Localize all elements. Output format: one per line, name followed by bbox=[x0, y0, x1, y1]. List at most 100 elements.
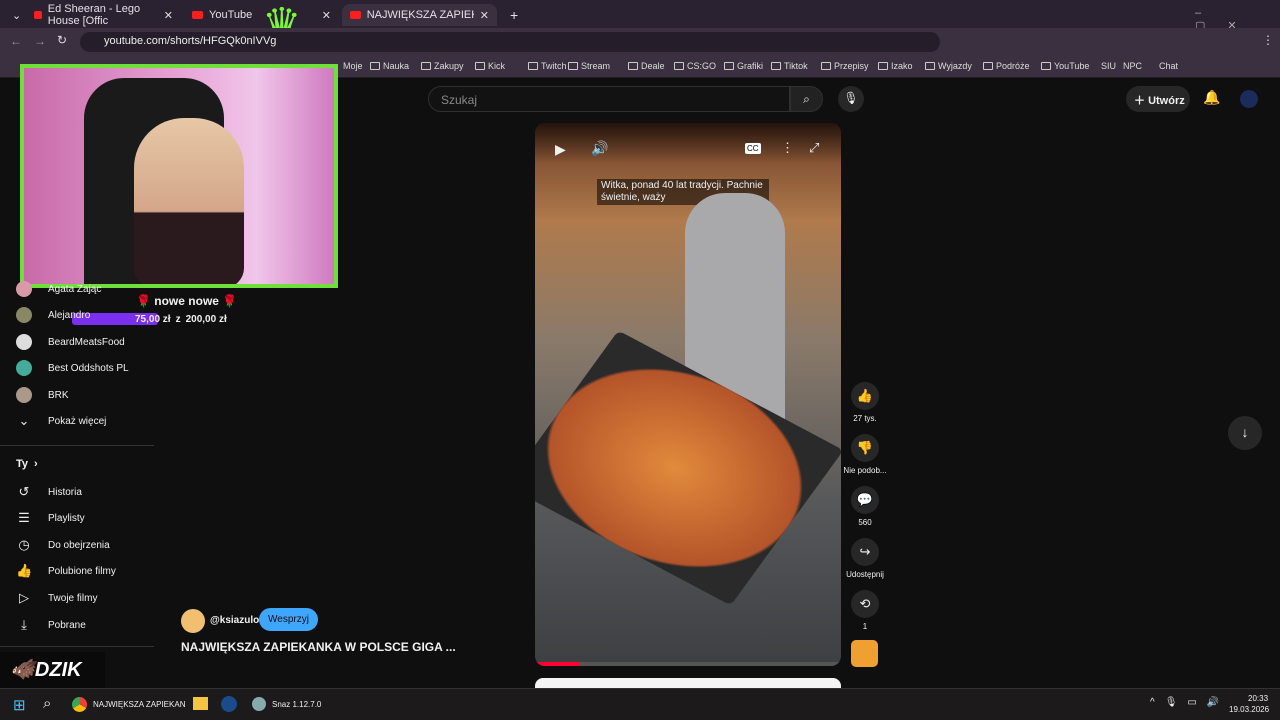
thumbs-up-icon: 👍 bbox=[851, 382, 879, 410]
volume-icon[interactable]: 🔊 bbox=[591, 140, 608, 157]
channel-avatar bbox=[16, 334, 32, 350]
captions-button[interactable]: CC bbox=[745, 143, 761, 154]
channel-avatar bbox=[16, 281, 32, 297]
bookmark-tiktok[interactable]: Tiktok bbox=[771, 61, 808, 71]
sidebar-item-twoje-filmy[interactable]: ▷ Twoje filmy bbox=[16, 590, 97, 606]
streamer bbox=[134, 118, 244, 284]
bookmark-zakupy[interactable]: Zakupy bbox=[421, 61, 464, 71]
create-button[interactable]: ＋ Utwórz bbox=[1126, 86, 1190, 112]
channel-avatar[interactable] bbox=[181, 609, 205, 633]
sidebar-item-historia[interactable]: ↺ Historia bbox=[16, 484, 82, 500]
folder-icon bbox=[475, 62, 485, 70]
bookmark-stream[interactable]: Stream bbox=[568, 61, 610, 71]
dislike-button[interactable]: 👎 Nie podob... bbox=[843, 434, 887, 475]
tab-active-short[interactable]: NAJWIĘKSZA ZAPIEKANKA W P✕ bbox=[342, 4, 497, 26]
progress-fill bbox=[535, 662, 580, 666]
folder-icon bbox=[983, 62, 993, 70]
tab-search-button[interactable]: ⌄ bbox=[4, 4, 24, 26]
search-input[interactable]: Szukaj bbox=[428, 86, 790, 112]
clock-time[interactable]: 20:33 bbox=[1248, 694, 1268, 703]
bookmark-chat[interactable]: Chat bbox=[1156, 61, 1178, 71]
bookmark-przepisy[interactable]: Przepisy bbox=[821, 61, 869, 71]
new-tab-button[interactable]: + bbox=[502, 4, 526, 26]
system-tray[interactable]: ^🎙▭🔊 bbox=[1150, 697, 1229, 708]
bookmark-grafiki[interactable]: Grafiki bbox=[724, 61, 763, 71]
progress-track[interactable] bbox=[535, 662, 841, 666]
close-icon[interactable]: ✕ bbox=[322, 9, 331, 22]
taskbar-snaz[interactable]: Snaz 1.12.7.0 bbox=[252, 697, 321, 711]
file-explorer-icon[interactable] bbox=[193, 697, 208, 710]
bookmark-csgo[interactable]: CS:GO bbox=[674, 61, 716, 71]
sidebar-you-header[interactable]: Ty › bbox=[16, 458, 38, 470]
folder-icon bbox=[1041, 62, 1051, 70]
sidebar-subscription[interactable]: BeardMeatsFood bbox=[16, 334, 125, 350]
sidebar-show-more[interactable]: ⌄ Pokaż więcej bbox=[16, 413, 107, 429]
chevron-right-icon: › bbox=[34, 458, 38, 470]
close-icon[interactable]: ✕ bbox=[480, 9, 489, 22]
close-icon[interactable]: ✕ bbox=[164, 9, 173, 22]
back-button[interactable]: ← bbox=[10, 34, 22, 48]
folder-icon bbox=[878, 62, 888, 70]
tab-ed-sheeran[interactable]: Ed Sheeran - Lego House [Offic ✕ bbox=[26, 3, 181, 27]
like-button[interactable]: 👍 27 tys. bbox=[849, 382, 881, 423]
share-button[interactable]: ↪ Udostępnij bbox=[843, 538, 887, 579]
bookmark-siu[interactable]: SIU bbox=[1098, 61, 1116, 71]
folder-icon bbox=[568, 62, 578, 70]
chrome-icon bbox=[72, 697, 87, 712]
bookmark-twitch[interactable]: Twitch bbox=[528, 61, 567, 71]
forward-button[interactable]: → bbox=[34, 34, 46, 48]
avatar[interactable] bbox=[1240, 90, 1258, 108]
download-icon: ⤓ bbox=[21, 617, 27, 632]
bookmark-izako[interactable]: Izako bbox=[878, 61, 913, 71]
support-button[interactable]: Wesprzyj bbox=[259, 608, 318, 631]
bookmark-moje[interactable]: Moje bbox=[340, 61, 363, 71]
sidebar-subscription[interactable]: Agata Zając bbox=[16, 281, 101, 297]
search-button[interactable]: ⌕ bbox=[790, 86, 823, 112]
search-icon[interactable]: ⌕ bbox=[43, 695, 51, 712]
webcam-overlay bbox=[20, 64, 338, 288]
channel-avatar bbox=[16, 387, 32, 403]
address-bar[interactable]: youtube.com/shorts/HFGQk0nIVVg bbox=[80, 32, 940, 52]
menu-icon[interactable]: ⋮ bbox=[1262, 33, 1274, 47]
tab-bar: ⌄ Ed Sheeran - Lego House [Offic ✕ YouTub… bbox=[0, 0, 1280, 32]
taskbar-chrome[interactable]: NAJWIĘKSZA ZAPIEKAN bbox=[72, 697, 185, 712]
share-icon: ↪ bbox=[851, 538, 879, 566]
channel-name[interactable]: @ksiazulo bbox=[210, 615, 259, 626]
sidebar-item-polubione-filmy[interactable]: 👍 Polubione filmy bbox=[16, 563, 116, 579]
clock-date[interactable]: 19.03.2026 bbox=[1229, 705, 1269, 714]
remix-button[interactable]: ⟲ 1 bbox=[849, 590, 881, 631]
folder-icon bbox=[821, 62, 831, 70]
sidebar-subscription[interactable]: Best Oddshots PL bbox=[16, 360, 129, 376]
bookmark-youtube[interactable]: YouTube bbox=[1041, 61, 1089, 71]
windows-start-icon[interactable]: ⊞ bbox=[13, 696, 26, 714]
bell-icon[interactable]: 🔔 bbox=[1203, 89, 1220, 106]
bookmark-wyjazdy[interactable]: Wyjazdy bbox=[925, 61, 972, 71]
short-video-player[interactable]: ▶ 🔊 CC ⋮ ⤢ Witka, ponad 40 lat tradycji.… bbox=[535, 123, 841, 666]
play-icon[interactable]: ▶ bbox=[555, 141, 566, 158]
youtube-icon bbox=[350, 11, 361, 19]
bookmark-kick[interactable]: Kick bbox=[475, 61, 505, 71]
sidebar-item-playlisty[interactable]: ☰ Playlisty bbox=[16, 510, 85, 526]
fullscreen-icon[interactable]: ⤢ bbox=[809, 140, 819, 156]
sidebar-item-do-obejrzenia[interactable]: ◷ Do obejrzenia bbox=[16, 537, 109, 553]
sidebar-divider bbox=[0, 445, 154, 446]
sidebar-item-pobrane[interactable]: ⤓ Pobrane bbox=[16, 617, 86, 633]
comments-button[interactable]: 💬 560 bbox=[849, 486, 881, 527]
bookmark-deale[interactable]: Deale bbox=[628, 61, 665, 71]
plus-icon: ＋ bbox=[1134, 95, 1145, 107]
sidebar-subscription[interactable]: BRK bbox=[16, 387, 69, 403]
playlist-icon: ☰ bbox=[18, 510, 30, 525]
bookmark-npc[interactable]: NPC bbox=[1120, 61, 1142, 71]
bookmark-podre[interactable]: Podróże bbox=[983, 61, 1030, 71]
steam-icon[interactable] bbox=[221, 696, 237, 712]
next-video-button[interactable]: ↓ bbox=[1228, 416, 1262, 450]
next-short-preview[interactable] bbox=[535, 678, 841, 688]
bookmark-nauka[interactable]: Nauka bbox=[370, 61, 409, 71]
sound-avatar[interactable] bbox=[851, 640, 878, 667]
folder-icon bbox=[628, 62, 638, 70]
reload-button[interactable]: ↻ bbox=[57, 33, 67, 47]
goal-amount: 75,00 zł z 200,00 zł bbox=[135, 314, 227, 325]
voice-search-button[interactable]: 🎙 bbox=[838, 86, 864, 112]
more-icon[interactable]: ⋮ bbox=[781, 140, 794, 156]
sidebar-subscription[interactable]: Alejandro bbox=[16, 307, 90, 323]
